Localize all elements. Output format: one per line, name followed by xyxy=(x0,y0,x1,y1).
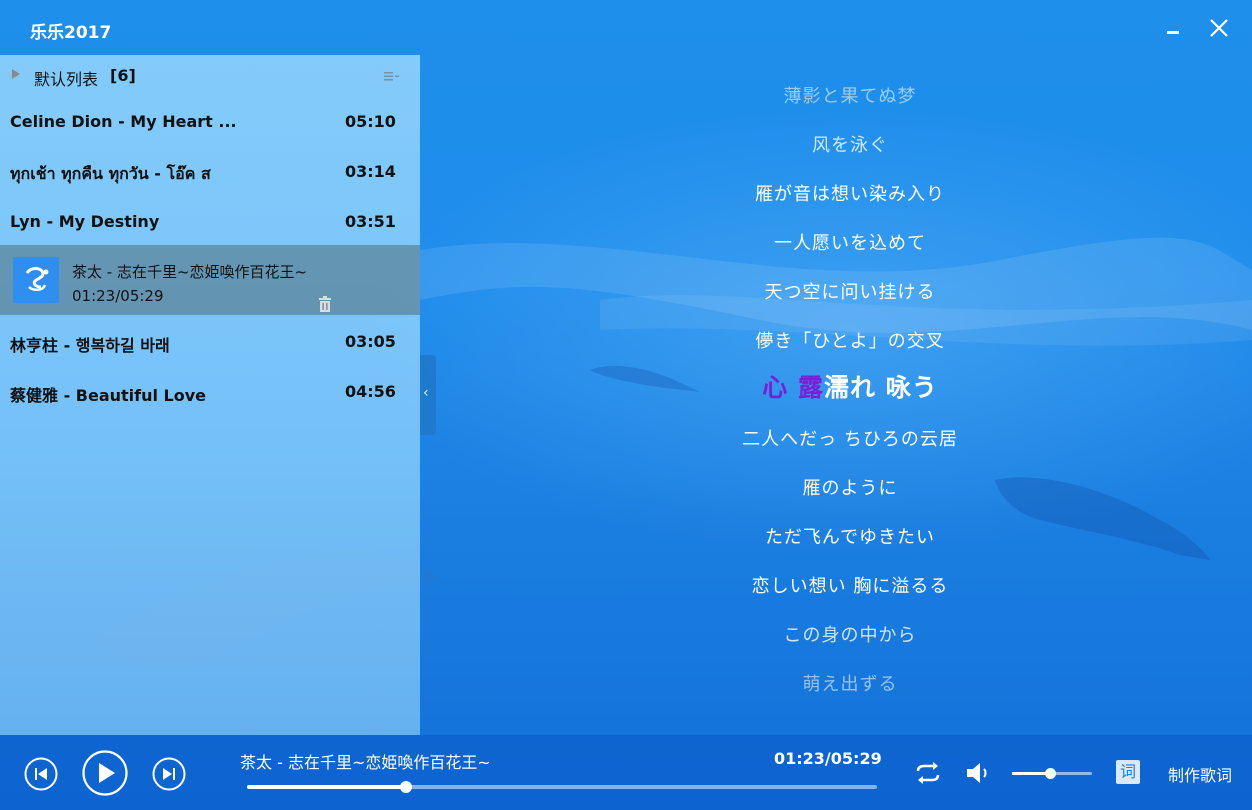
chevron-left-icon: ‹ xyxy=(423,385,429,401)
title-bar: 乐乐2017 xyxy=(0,0,1252,56)
minimize-button[interactable] xyxy=(1158,12,1188,42)
track-progress: 01:23/05:29 xyxy=(72,287,164,305)
now-playing-time: 01:23/05:29 xyxy=(774,749,882,768)
volume-knob[interactable] xyxy=(1045,768,1057,779)
skip-next-icon xyxy=(152,757,186,791)
list-menu-icon[interactable] xyxy=(382,69,400,83)
track-title: ทุกเช้า ทุกคืน ทุกวัน - โอ๊ค ส xyxy=(10,164,211,183)
lyric-unsung-part: 濡れ 咏う xyxy=(824,373,938,402)
play-icon xyxy=(82,750,128,796)
volume-slider[interactable] xyxy=(1012,768,1092,779)
lyric-line: この身の中から xyxy=(783,625,917,646)
lyric-line: 二人へだっ ちひろの云居 xyxy=(742,429,958,450)
track-item[interactable]: Celine Dion - My Heart ... 05:10 xyxy=(0,97,420,147)
music-player-window: 乐乐2017 默认列表 [6] Celine Dion - My Heart .… xyxy=(0,0,1252,810)
minimize-icon xyxy=(1167,31,1179,34)
playlist-panel: 默认列表 [6] Celine Dion - My Heart ... 05:1… xyxy=(0,55,420,735)
player-control-bar: 茶太 - 志在千里~恋姫喚作百花王~ 01:23/05:29 词 制作歌词 xyxy=(0,735,1252,810)
lyric-line: 薄影と果てぬ梦 xyxy=(783,86,917,107)
track-item[interactable]: ทุกเช้า ทุกคืน ทุกวัน - โอ๊ค ส 03:14 xyxy=(0,147,420,197)
lyric-line: ただ飞んでゆきたい xyxy=(764,527,936,548)
trash-icon[interactable] xyxy=(316,295,334,313)
expand-triangle-icon[interactable] xyxy=(12,69,20,79)
track-duration: 03:51 xyxy=(345,212,396,231)
track-duration: 05:10 xyxy=(345,112,396,131)
lyric-line: 雁のように xyxy=(802,478,898,499)
now-playing-title: 茶太 - 志在千里~恋姫喚作百花王~ xyxy=(240,753,491,772)
track-title: 茶太 - 志在千里~恋姫喚作百花王~ xyxy=(72,263,308,281)
previous-button[interactable] xyxy=(24,757,58,791)
lyric-line: 儚き「ひとよ」の交叉 xyxy=(755,331,945,352)
lyric-line-current: 心 露濡れ 咏う xyxy=(620,368,1080,404)
track-item[interactable]: 蔡健雅 - Beautiful Love 04:56 xyxy=(0,367,420,417)
play-button[interactable] xyxy=(82,750,128,796)
track-duration: 03:05 xyxy=(345,332,396,351)
lyric-line: 萌え出ずる xyxy=(802,674,898,695)
next-button[interactable] xyxy=(152,757,186,791)
progress-bar[interactable] xyxy=(247,781,877,793)
track-item[interactable]: 林亨柱 - 행복하길 바래 03:05 xyxy=(0,317,420,367)
collapse-panel-handle[interactable]: ‹ xyxy=(420,355,436,435)
lyrics-toggle-button[interactable]: 词 xyxy=(1116,760,1140,784)
track-item[interactable]: Lyn - My Destiny 03:51 xyxy=(0,197,420,247)
track-title: Celine Dion - My Heart ... xyxy=(10,112,237,131)
lyric-line: 一人愿いを込めて xyxy=(774,233,926,254)
app-title: 乐乐2017 xyxy=(30,23,112,43)
lyrics-panel: 薄影と果てぬ梦 风を泳ぐ 雁が音は想い染み入り 一人愿いを込めて 天つ空に问い挂… xyxy=(620,68,1080,708)
track-duration: 04:56 xyxy=(345,382,396,401)
now-playing-icon xyxy=(13,257,59,303)
track-title: 蔡健雅 - Beautiful Love xyxy=(10,386,207,405)
make-lyrics-button[interactable]: 制作歌词 xyxy=(1168,762,1232,786)
playlist-count: [6] xyxy=(110,66,136,85)
lyric-line: 天つ空に问い挂ける xyxy=(764,282,936,303)
lyric-sung-part: 心 露 xyxy=(762,373,824,402)
track-item-playing[interactable]: 茶太 - 志在千里~恋姫喚作百花王~ 01:23/05:29 xyxy=(0,245,420,315)
lyric-line: 风を泳ぐ xyxy=(812,135,888,156)
lyric-line: 恋しい想い 胸に溢るる xyxy=(751,576,949,597)
lyric-line: 雁が音は想い染み入り xyxy=(755,184,945,205)
playlist-header[interactable]: 默认列表 [6] xyxy=(0,55,420,97)
close-button[interactable] xyxy=(1204,12,1234,42)
track-title: Lyn - My Destiny xyxy=(10,212,160,231)
progress-knob[interactable] xyxy=(399,781,412,793)
volume-icon[interactable] xyxy=(964,760,992,786)
progress-fill xyxy=(247,785,406,789)
playlist-name: 默认列表 xyxy=(34,70,99,89)
skip-previous-icon xyxy=(24,757,58,791)
repeat-icon[interactable] xyxy=(914,761,942,785)
close-icon xyxy=(1210,19,1228,37)
track-duration: 03:14 xyxy=(345,162,396,181)
track-title: 林亨柱 - 행복하길 바래 xyxy=(10,336,170,355)
